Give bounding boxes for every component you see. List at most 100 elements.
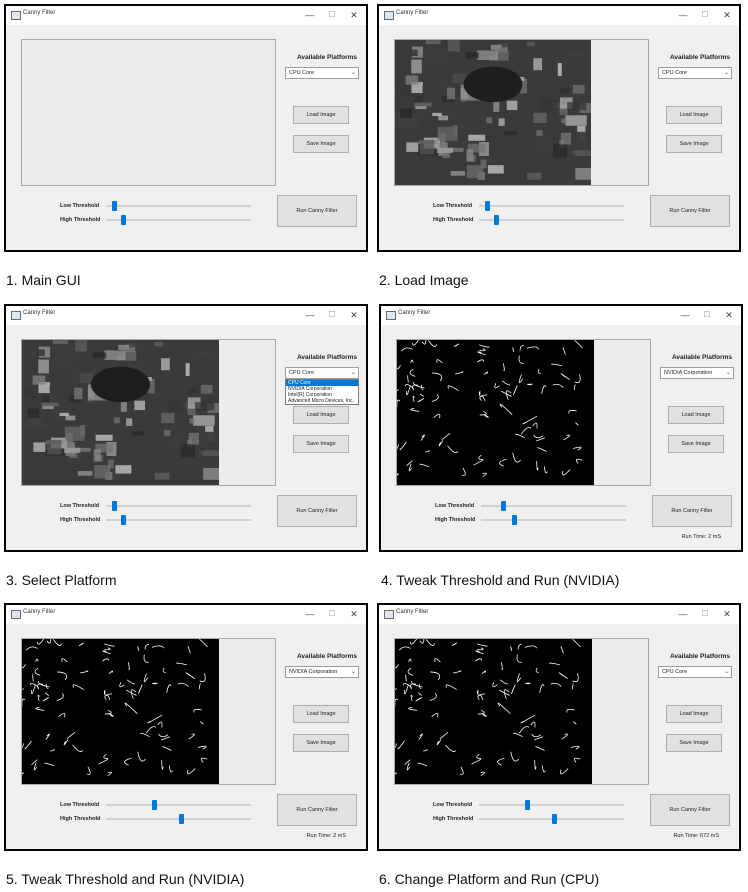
low-threshold-label: Low Threshold — [60, 203, 100, 209]
app-icon — [11, 610, 21, 619]
load-image-button[interactable]: Load Image — [293, 106, 349, 124]
platform-select-value: CPU Core — [662, 70, 688, 76]
slider-thumb[interactable] — [500, 501, 506, 511]
slider-thumb[interactable] — [551, 814, 557, 824]
minimize-icon[interactable]: — — [300, 7, 320, 23]
maximize-icon[interactable]: ☐ — [322, 7, 342, 23]
platform-select-value: CPU Core — [289, 70, 315, 76]
save-image-button[interactable]: Save Image — [293, 435, 349, 453]
minimize-icon[interactable]: — — [673, 7, 693, 23]
save-image-button[interactable]: Save Image — [293, 734, 349, 752]
low-threshold-slider[interactable] — [479, 800, 624, 810]
platform-select[interactable]: CPU Core ⌄ — [658, 666, 732, 678]
maximize-icon[interactable]: ☐ — [322, 606, 342, 622]
maximize-icon[interactable]: ☐ — [695, 7, 715, 23]
slider-thumb[interactable] — [494, 215, 500, 225]
load-image-button[interactable]: Load Image — [293, 406, 349, 424]
title-bar: Canny Filter — ☐ ✕ — [379, 605, 739, 624]
high-threshold-slider[interactable] — [106, 814, 251, 824]
maximize-icon[interactable]: ☐ — [695, 606, 715, 622]
run-canny-button[interactable]: Run Canny Filter — [277, 495, 357, 527]
run-canny-button[interactable]: Run Canny Filter — [277, 195, 357, 227]
save-image-button[interactable]: Save Image — [668, 435, 724, 453]
close-icon[interactable]: ✕ — [344, 7, 364, 23]
window-title: Canny Filter — [398, 310, 431, 316]
run-canny-button[interactable]: Run Canny Filter — [650, 794, 730, 826]
panel-caption: 5. Tweak Threshold and Run (NVIDIA) — [6, 871, 245, 887]
high-threshold-label: High Threshold — [60, 217, 101, 223]
slider-thumb[interactable] — [121, 515, 127, 525]
load-image-button[interactable]: Load Image — [668, 406, 724, 424]
slider-thumb[interactable] — [121, 215, 127, 225]
app-window: Canny Filter — ☐ ✕ Available Platforms NVIDIA… — [4, 603, 368, 851]
save-image-button[interactable]: Save Image — [293, 135, 349, 153]
app-icon — [386, 311, 396, 320]
minimize-icon[interactable]: — — [673, 606, 693, 622]
run-canny-button[interactable]: Run Canny Filter — [650, 195, 730, 227]
slider-thumb[interactable] — [111, 201, 117, 211]
close-icon[interactable]: ✕ — [719, 307, 739, 323]
slider-thumb[interactable] — [511, 515, 517, 525]
low-threshold-slider[interactable] — [481, 501, 626, 511]
load-image-button[interactable]: Load Image — [666, 106, 722, 124]
chevron-down-icon: ⌄ — [350, 370, 356, 376]
maximize-icon[interactable]: ☐ — [697, 307, 717, 323]
platform-select-value: NVIDIA Corporation — [664, 370, 713, 376]
chevron-down-icon: ⌄ — [723, 70, 729, 76]
high-threshold-slider[interactable] — [479, 215, 624, 225]
low-threshold-slider[interactable] — [106, 201, 251, 211]
slider-thumb[interactable] — [111, 501, 117, 511]
platform-select[interactable]: CPU Core ⌄ — [285, 367, 359, 379]
save-image-button[interactable]: Save Image — [666, 734, 722, 752]
load-image-button[interactable]: Load Image — [666, 705, 722, 723]
runtime-label: Run Time: 672 mS — [673, 833, 719, 839]
title-bar: Canny Filter — ☐ ✕ — [6, 306, 366, 325]
run-canny-button[interactable]: Run Canny Filter — [277, 794, 357, 826]
window-title: Canny Filter — [396, 10, 429, 16]
platform-option[interactable]: Advanced Micro Devices, Inc. — [286, 398, 358, 404]
available-platforms-label: Available Platforms — [669, 653, 731, 660]
low-threshold-slider[interactable] — [479, 201, 624, 211]
image-view — [396, 339, 651, 486]
chevron-down-icon: ⌄ — [725, 370, 731, 376]
window-title: Canny Filter — [23, 609, 56, 615]
run-canny-button[interactable]: Run Canny Filter — [652, 495, 732, 527]
app-window: Canny Filter — ☐ ✕ Available Platforms CPU Co… — [377, 603, 741, 851]
image-view — [394, 638, 649, 785]
minimize-icon[interactable]: — — [300, 307, 320, 323]
minimize-icon[interactable]: — — [675, 307, 695, 323]
high-threshold-slider[interactable] — [106, 215, 251, 225]
close-icon[interactable]: ✕ — [344, 606, 364, 622]
load-image-button[interactable]: Load Image — [293, 705, 349, 723]
engine-image — [395, 639, 592, 784]
platform-select[interactable]: NVIDIA Corporation ⌄ — [660, 367, 734, 379]
high-threshold-slider[interactable] — [106, 515, 251, 525]
low-threshold-slider[interactable] — [106, 501, 251, 511]
close-icon[interactable]: ✕ — [344, 307, 364, 323]
title-bar: Canny Filter — ☐ ✕ — [381, 306, 741, 325]
save-image-button[interactable]: Save Image — [666, 135, 722, 153]
high-threshold-slider[interactable] — [481, 515, 626, 525]
platform-select[interactable]: CPU Core ⌄ — [658, 67, 732, 79]
app-icon — [11, 311, 21, 320]
high-threshold-slider[interactable] — [479, 814, 624, 824]
close-icon[interactable]: ✕ — [717, 606, 737, 622]
window-title: Canny Filter — [23, 10, 56, 16]
low-threshold-label: Low Threshold — [60, 802, 100, 808]
maximize-icon[interactable]: ☐ — [322, 307, 342, 323]
image-view — [394, 39, 649, 186]
high-threshold-label: High Threshold — [435, 517, 476, 523]
app-icon — [384, 11, 394, 20]
slider-thumb[interactable] — [178, 814, 184, 824]
slider-thumb[interactable] — [484, 201, 490, 211]
minimize-icon[interactable]: — — [300, 606, 320, 622]
app-icon — [11, 11, 21, 20]
slider-thumb[interactable] — [525, 800, 531, 810]
low-threshold-slider[interactable] — [106, 800, 251, 810]
runtime-label: Run Time: 2 mS — [681, 534, 721, 540]
platform-select[interactable]: NVIDIA Corporation ⌄ — [285, 666, 359, 678]
low-threshold-label: Low Threshold — [433, 203, 473, 209]
slider-thumb[interactable] — [152, 800, 158, 810]
platform-select[interactable]: CPU Core ⌄ — [285, 67, 359, 79]
close-icon[interactable]: ✕ — [717, 7, 737, 23]
